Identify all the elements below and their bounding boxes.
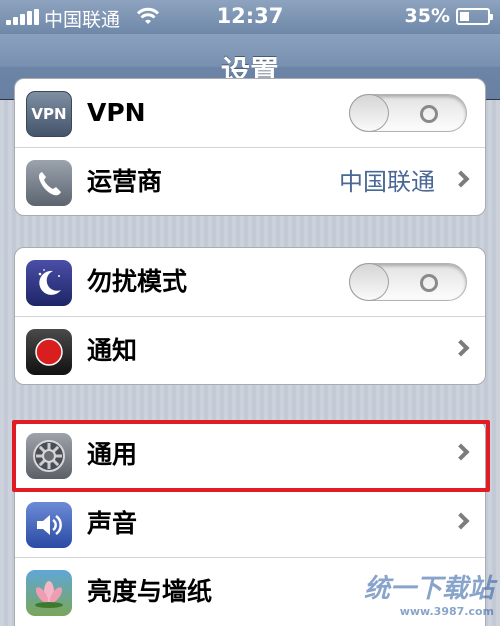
off-indicator-icon — [420, 274, 438, 292]
speaker-icon — [26, 502, 72, 548]
notification-icon — [26, 329, 72, 375]
flower-icon — [26, 570, 72, 616]
toggle-knob — [349, 263, 389, 301]
vpn-toggle[interactable] — [349, 94, 467, 132]
watermark-logo: 统一下载站 www.3987.com — [363, 574, 494, 618]
highlight-box — [12, 420, 490, 492]
do-not-disturb-toggle[interactable] — [349, 263, 467, 301]
chevron-right-icon — [452, 170, 470, 188]
chevron-right-icon — [452, 339, 470, 357]
phone-icon — [26, 160, 72, 206]
row-label: 通知 — [87, 336, 138, 365]
settings-row-vpn[interactable]: VPN VPN — [15, 79, 485, 147]
settings-group-notifications: 勿扰模式 通知 — [14, 247, 486, 385]
row-label: 运营商 — [87, 167, 163, 196]
moon-icon — [26, 260, 72, 306]
row-label: 亮度与墙纸 — [87, 577, 213, 606]
settings-row-notifications[interactable]: 通知 — [15, 316, 485, 384]
settings-row-sounds[interactable]: 声音 — [15, 489, 485, 557]
row-label: 勿扰模式 — [87, 267, 188, 296]
vpn-icon: VPN — [26, 91, 72, 137]
toggle-knob — [349, 94, 389, 132]
settings-row-do-not-disturb[interactable]: 勿扰模式 — [15, 248, 485, 316]
carrier-value: 中国联通 — [339, 168, 435, 196]
settings-group-network: VPN VPN 运营商 中国联通 — [14, 78, 486, 216]
battery-icon — [456, 8, 493, 25]
settings-row-carrier[interactable]: 运营商 中国联通 — [15, 147, 485, 215]
status-bar: 中国联通 12:37 35% — [0, 0, 500, 34]
row-label: 声音 — [87, 509, 138, 538]
chevron-right-icon — [452, 512, 470, 530]
row-label: VPN — [87, 98, 146, 127]
off-indicator-icon — [420, 105, 438, 123]
battery-percent: 35% — [404, 5, 450, 27]
